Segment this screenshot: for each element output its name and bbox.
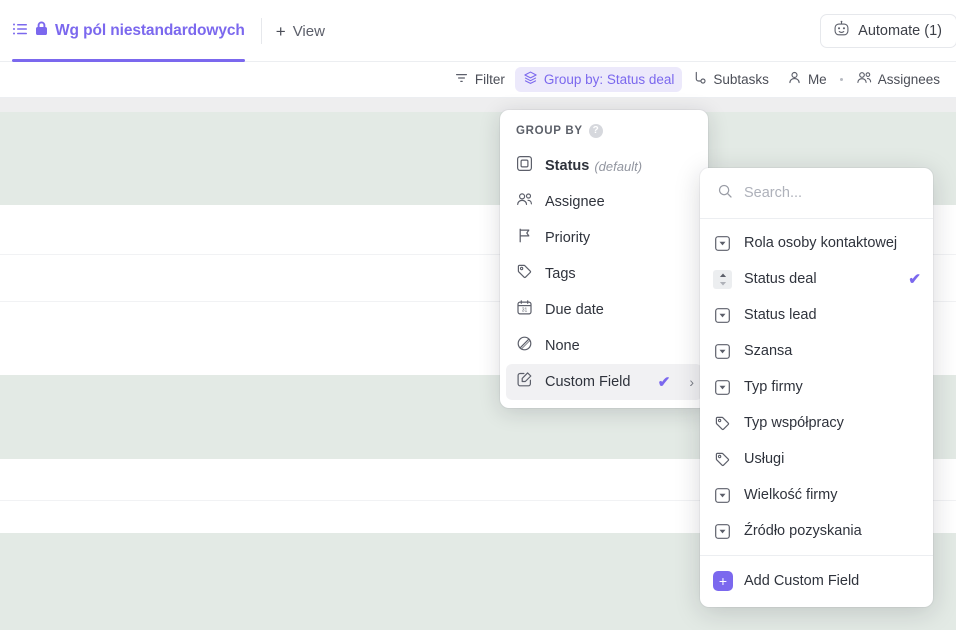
help-icon[interactable]: ?: [588, 124, 603, 138]
status-square-icon: [516, 155, 533, 177]
people-icon: [516, 191, 533, 213]
search-input[interactable]: [744, 185, 904, 201]
group-by-item-label: Assignee: [545, 194, 605, 210]
group-by-item-tags[interactable]: Tags: [506, 256, 702, 292]
group-by-button[interactable]: Group by: Status deal: [514, 67, 683, 92]
search-icon: [717, 183, 733, 204]
tag-icon: [713, 414, 732, 433]
subtasks-button[interactable]: Subtasks: [684, 67, 777, 92]
group-by-item-label: Priority: [545, 230, 591, 246]
dropdown-icon: [713, 306, 732, 325]
plus-icon: +: [275, 21, 286, 41]
view-header: Wg pól niestandardowych + View Automate …: [0, 0, 956, 62]
group-by-item-priority[interactable]: Priority: [506, 220, 702, 256]
custom-field-item-uslugi[interactable]: Usługi: [700, 441, 933, 477]
custom-field-item-status-lead[interactable]: Status lead: [700, 297, 933, 333]
group-by-menu: GROUP BY ? Status (default) Assignee Pri…: [500, 110, 708, 408]
custom-field-label: Usługi: [744, 451, 785, 467]
check-icon: ✔: [657, 373, 671, 391]
assignees-button[interactable]: Assignees: [848, 67, 948, 92]
custom-field-label: Status lead: [744, 307, 817, 323]
filter-icon: [454, 70, 469, 90]
group-by-item-label: Tags: [545, 266, 576, 282]
custom-field-label: Typ firmy: [744, 379, 803, 395]
plus-square-icon: +: [713, 571, 733, 591]
automate-label: Automate (1): [858, 23, 942, 39]
group-by-item-label: Due date: [545, 302, 604, 318]
group-by-item-status[interactable]: Status (default): [506, 148, 702, 184]
me-label: Me: [807, 72, 827, 87]
people-icon: [856, 70, 872, 90]
group-by-item-label: None: [545, 338, 580, 354]
none-circle-icon: [516, 335, 533, 357]
subtask-icon: [692, 70, 707, 90]
custom-field-label: Źródło pozyskania: [744, 523, 862, 539]
toolbar-separator-dot: [839, 78, 843, 81]
custom-field-item-status-deal[interactable]: Status deal ✔: [700, 261, 933, 297]
filter-button[interactable]: Filter: [446, 67, 513, 92]
custom-field-item-zrodlo-pozyskania[interactable]: Źródło pozyskania: [700, 513, 933, 549]
check-icon: ✔: [908, 270, 921, 288]
custom-field-item-typ-wspolpracy[interactable]: Typ współpracy: [700, 405, 933, 441]
tag-icon: [516, 263, 533, 285]
filter-label: Filter: [474, 72, 505, 87]
custom-field-item-wielkosc-firmy[interactable]: Wielkość firmy: [700, 477, 933, 513]
view-tab-strip: Wg pól niestandardowych + View: [8, 0, 339, 62]
flag-icon: [516, 227, 533, 249]
custom-field-label: Typ współpracy: [744, 415, 844, 431]
tag-icon: [713, 450, 732, 469]
group-by-menu-title: GROUP BY: [516, 125, 583, 137]
view-tab-label: Wg pól niestandardowych: [55, 22, 245, 39]
me-button[interactable]: Me: [779, 67, 835, 92]
custom-field-search-row[interactable]: [700, 168, 933, 219]
custom-field-item-szansa[interactable]: Szansa: [700, 333, 933, 369]
dropdown-icon: [713, 378, 732, 397]
dropdown-icon: [713, 234, 732, 253]
add-view-label: View: [292, 22, 325, 40]
custom-field-submenu: Rola osoby kontaktowej Status deal ✔: [700, 168, 933, 607]
custom-field-label: Status deal: [744, 271, 817, 287]
subtasks-label: Subtasks: [713, 72, 769, 87]
grid-top-gap: [0, 98, 956, 112]
group-by-item-due-date[interactable]: 31 Due date: [506, 292, 702, 328]
edit-box-icon: [516, 371, 533, 393]
lock-icon: [35, 21, 48, 41]
group-by-menu-header: GROUP BY ?: [500, 120, 708, 148]
layers-icon: [523, 70, 538, 90]
group-by-item-label: Status: [545, 158, 590, 174]
dropdown-icon: [713, 486, 732, 505]
updown-chevrons-icon: [713, 269, 732, 289]
view-toolbar: Filter Group by: Status deal Subtasks Me…: [0, 62, 956, 98]
assignees-label: Assignees: [877, 72, 940, 87]
group-by-label: Group by: Status deal: [543, 72, 675, 87]
app-root: Wg pól niestandardowych + View Automate …: [0, 0, 956, 630]
custom-field-footer: + Add Custom Field: [700, 555, 933, 607]
custom-field-item-rola-osoby-kontaktowej[interactable]: Rola osoby kontaktowej: [700, 225, 933, 261]
dropdown-icon: [713, 342, 732, 361]
custom-field-label: Rola osoby kontaktowej: [744, 235, 898, 251]
group-by-item-assignee[interactable]: Assignee: [506, 184, 702, 220]
group-by-item-default-tag: (default): [594, 158, 643, 174]
list-icon: [12, 21, 28, 42]
add-view-button[interactable]: + View: [262, 0, 339, 62]
group-by-item-none[interactable]: None: [506, 328, 702, 364]
person-icon: [787, 70, 802, 90]
dropdown-icon: [713, 522, 732, 541]
chevron-right-icon: ›: [689, 374, 694, 390]
calendar-icon: 31: [516, 299, 533, 321]
group-by-item-label: Custom Field: [545, 374, 631, 390]
custom-field-item-typ-firmy[interactable]: Typ firmy: [700, 369, 933, 405]
tab-wg-pol-niestandardowych[interactable]: Wg pól niestandardowych: [8, 0, 259, 62]
custom-field-list: Rola osoby kontaktowej Status deal ✔ Sta…: [700, 219, 933, 555]
custom-field-label: Szansa: [744, 343, 793, 359]
add-custom-field-button[interactable]: + Add Custom Field: [700, 565, 933, 597]
custom-field-label: Wielkość firmy: [744, 487, 838, 503]
group-by-item-custom-field[interactable]: Custom Field ✔ ›: [506, 364, 702, 400]
add-custom-field-label: Add Custom Field: [744, 573, 860, 589]
automate-button[interactable]: Automate (1): [820, 14, 956, 48]
robot-icon: [833, 20, 850, 42]
svg-text:31: 31: [522, 308, 528, 314]
